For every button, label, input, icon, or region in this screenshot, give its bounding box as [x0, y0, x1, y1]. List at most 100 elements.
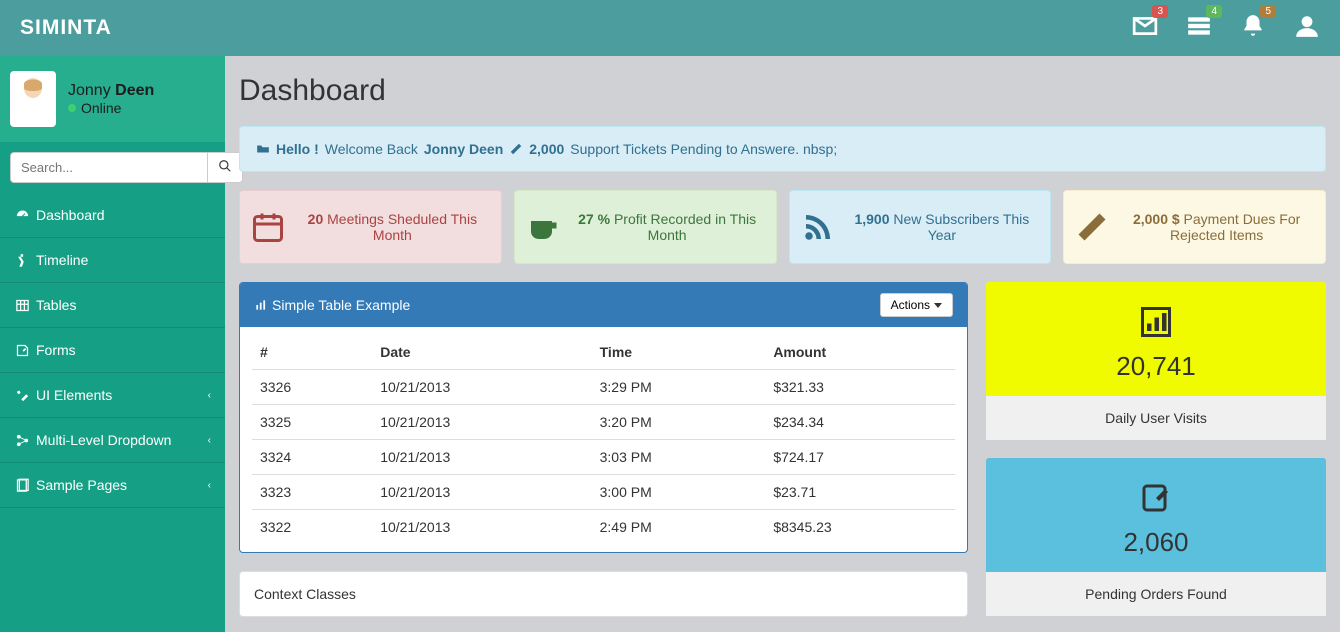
sidebar-item-tables[interactable]: Tables — [0, 283, 225, 327]
table-cell: 3:29 PM — [592, 370, 766, 405]
table-row[interactable]: 332210/21/20132:49 PM$8345.23 — [252, 510, 955, 545]
widget-label: Daily User Visits — [986, 396, 1326, 440]
alert-user: Jonny Deen — [424, 141, 503, 157]
panel-title-text: Simple Table Example — [272, 297, 410, 313]
table-cell: 3:03 PM — [592, 440, 766, 475]
stat-text: Meetings Sheduled This Month — [323, 211, 477, 243]
alert-welcome: Welcome Back — [325, 141, 418, 157]
stat-value: 27 % — [578, 211, 610, 227]
widget-orders: 2,060 Pending Orders Found — [986, 458, 1326, 616]
table-cell: 10/21/2013 — [372, 510, 591, 545]
user-first: Jonny — [68, 82, 115, 99]
main-content: Dashboard Hello ! Welcome Back Jonny Dee… — [225, 56, 1340, 632]
actions-label: Actions — [891, 298, 930, 312]
chevron-left-icon: ‹ — [208, 435, 211, 446]
sidebar-item-label: Timeline — [36, 252, 88, 268]
sidebar-search — [0, 142, 225, 193]
stat-value: 2,000 $ — [1133, 211, 1180, 227]
stat-text: Profit Recorded in This Month — [610, 211, 756, 243]
search-input[interactable] — [10, 152, 208, 183]
table-panel: Simple Table Example Actions # Date Time… — [239, 282, 968, 553]
table-cell: 10/21/2013 — [372, 475, 591, 510]
sidebar-item-timeline[interactable]: Timeline — [0, 238, 225, 282]
user-info: Jonny Deen Online — [68, 82, 154, 116]
pencil-icon — [1074, 209, 1110, 245]
table-cell: 3323 — [252, 475, 372, 510]
stat-value: 20 — [308, 211, 324, 227]
sidebar-item-label: UI Elements — [36, 387, 112, 403]
table-wrap: # Date Time Amount 332610/21/20133:29 PM… — [240, 327, 967, 552]
user-icon[interactable] — [1294, 13, 1320, 44]
sidebar-item-label: Sample Pages — [36, 477, 127, 493]
chevron-left-icon: ‹ — [208, 390, 211, 401]
table-cell: $8345.23 — [765, 510, 955, 545]
pencil-icon — [509, 142, 523, 156]
stat-value: 1,900 — [854, 211, 889, 227]
actions-dropdown[interactable]: Actions — [880, 293, 953, 317]
stat-profit: 27 % Profit Recorded in This Month — [514, 190, 777, 264]
alert-tickets: 2,000 — [529, 141, 564, 157]
avatar — [10, 71, 56, 127]
table-cell: 3:20 PM — [592, 405, 766, 440]
table-cell: 3322 — [252, 510, 372, 545]
table-header: Time — [592, 335, 766, 370]
table-cell: 2:49 PM — [592, 510, 766, 545]
stat-meetings: 20 Meetings Sheduled This Month — [239, 190, 502, 264]
widget-label: Pending Orders Found — [986, 572, 1326, 616]
nav-icon-group: 3 4 5 — [1132, 13, 1320, 44]
alert-tickets-text: Support Tickets Pending to Answere. nbsp… — [570, 141, 837, 157]
sidebar-item-label: Tables — [36, 297, 76, 313]
sidebar-item-forms[interactable]: Forms — [0, 328, 225, 372]
widget-visits: 20,741 Daily User Visits — [986, 282, 1326, 440]
status-dot-icon — [68, 104, 76, 112]
edit-icon — [1138, 480, 1174, 516]
table-cell: $23.71 — [765, 475, 955, 510]
table-row[interactable]: 332510/21/20133:20 PM$234.34 — [252, 405, 955, 440]
sidebar-menu: Dashboard Timeline Tables Forms UI Eleme… — [0, 193, 225, 508]
sidebar-item-dashboard[interactable]: Dashboard — [0, 193, 225, 237]
sidebar-item-label: Forms — [36, 342, 76, 358]
table-row[interactable]: 332410/21/20133:03 PM$724.17 — [252, 440, 955, 475]
sidebar-item-sample-pages[interactable]: Sample Pages‹ — [0, 463, 225, 507]
sidebar-item-multi-level[interactable]: Multi-Level Dropdown ‹ — [0, 418, 225, 462]
table-cell: 3326 — [252, 370, 372, 405]
tasks-icon[interactable]: 4 — [1186, 13, 1212, 44]
welcome-alert: Hello ! Welcome Back Jonny Deen 2,000 Su… — [239, 126, 1326, 172]
panel-heading: Simple Table Example Actions — [240, 283, 967, 327]
mail-icon[interactable]: 3 — [1132, 13, 1158, 44]
bell-badge: 5 — [1260, 5, 1276, 18]
simple-table: # Date Time Amount 332610/21/20133:29 PM… — [252, 335, 955, 544]
table-header: # — [252, 335, 372, 370]
sidebar-item-label: Multi-Level Dropdown — [36, 432, 171, 448]
user-panel: Jonny Deen Online — [0, 56, 225, 142]
bar-chart-icon — [1138, 304, 1174, 340]
brand-logo[interactable]: SIMINTA — [20, 16, 112, 40]
coffee-icon — [525, 209, 561, 245]
top-navbar: SIMINTA 3 4 5 — [0, 0, 1340, 56]
main-row: Simple Table Example Actions # Date Time… — [239, 282, 1326, 617]
sidebar-item-ui-elements[interactable]: UI Elements ‹ — [0, 373, 225, 417]
table-cell: 10/21/2013 — [372, 405, 591, 440]
mail-badge: 3 — [1152, 5, 1168, 18]
table-header: Amount — [765, 335, 955, 370]
context-panel: Context Classes — [239, 571, 968, 617]
table-cell: 3324 — [252, 440, 372, 475]
table-cell: $321.33 — [765, 370, 955, 405]
page-title: Dashboard — [239, 74, 1326, 108]
bell-icon[interactable]: 5 — [1240, 13, 1266, 44]
stat-text: Payment Dues For Rejected Items — [1170, 211, 1300, 243]
table-cell: 10/21/2013 — [372, 370, 591, 405]
stat-dues: 2,000 $ Payment Dues For Rejected Items — [1063, 190, 1326, 264]
stat-text: New Subscribers This Year — [890, 211, 1030, 243]
table-cell: 10/21/2013 — [372, 440, 591, 475]
widget-top: 2,060 — [986, 458, 1326, 572]
stat-row: 20 Meetings Sheduled This Month 27 % Pro… — [239, 190, 1326, 264]
widget-top: 20,741 — [986, 282, 1326, 396]
table-cell: 3325 — [252, 405, 372, 440]
table-row[interactable]: 332310/21/20133:00 PM$23.71 — [252, 475, 955, 510]
widget-value: 20,741 — [996, 351, 1316, 382]
table-cell: $724.17 — [765, 440, 955, 475]
table-header: Date — [372, 335, 591, 370]
table-cell: 3:00 PM — [592, 475, 766, 510]
table-row[interactable]: 332610/21/20133:29 PM$321.33 — [252, 370, 955, 405]
